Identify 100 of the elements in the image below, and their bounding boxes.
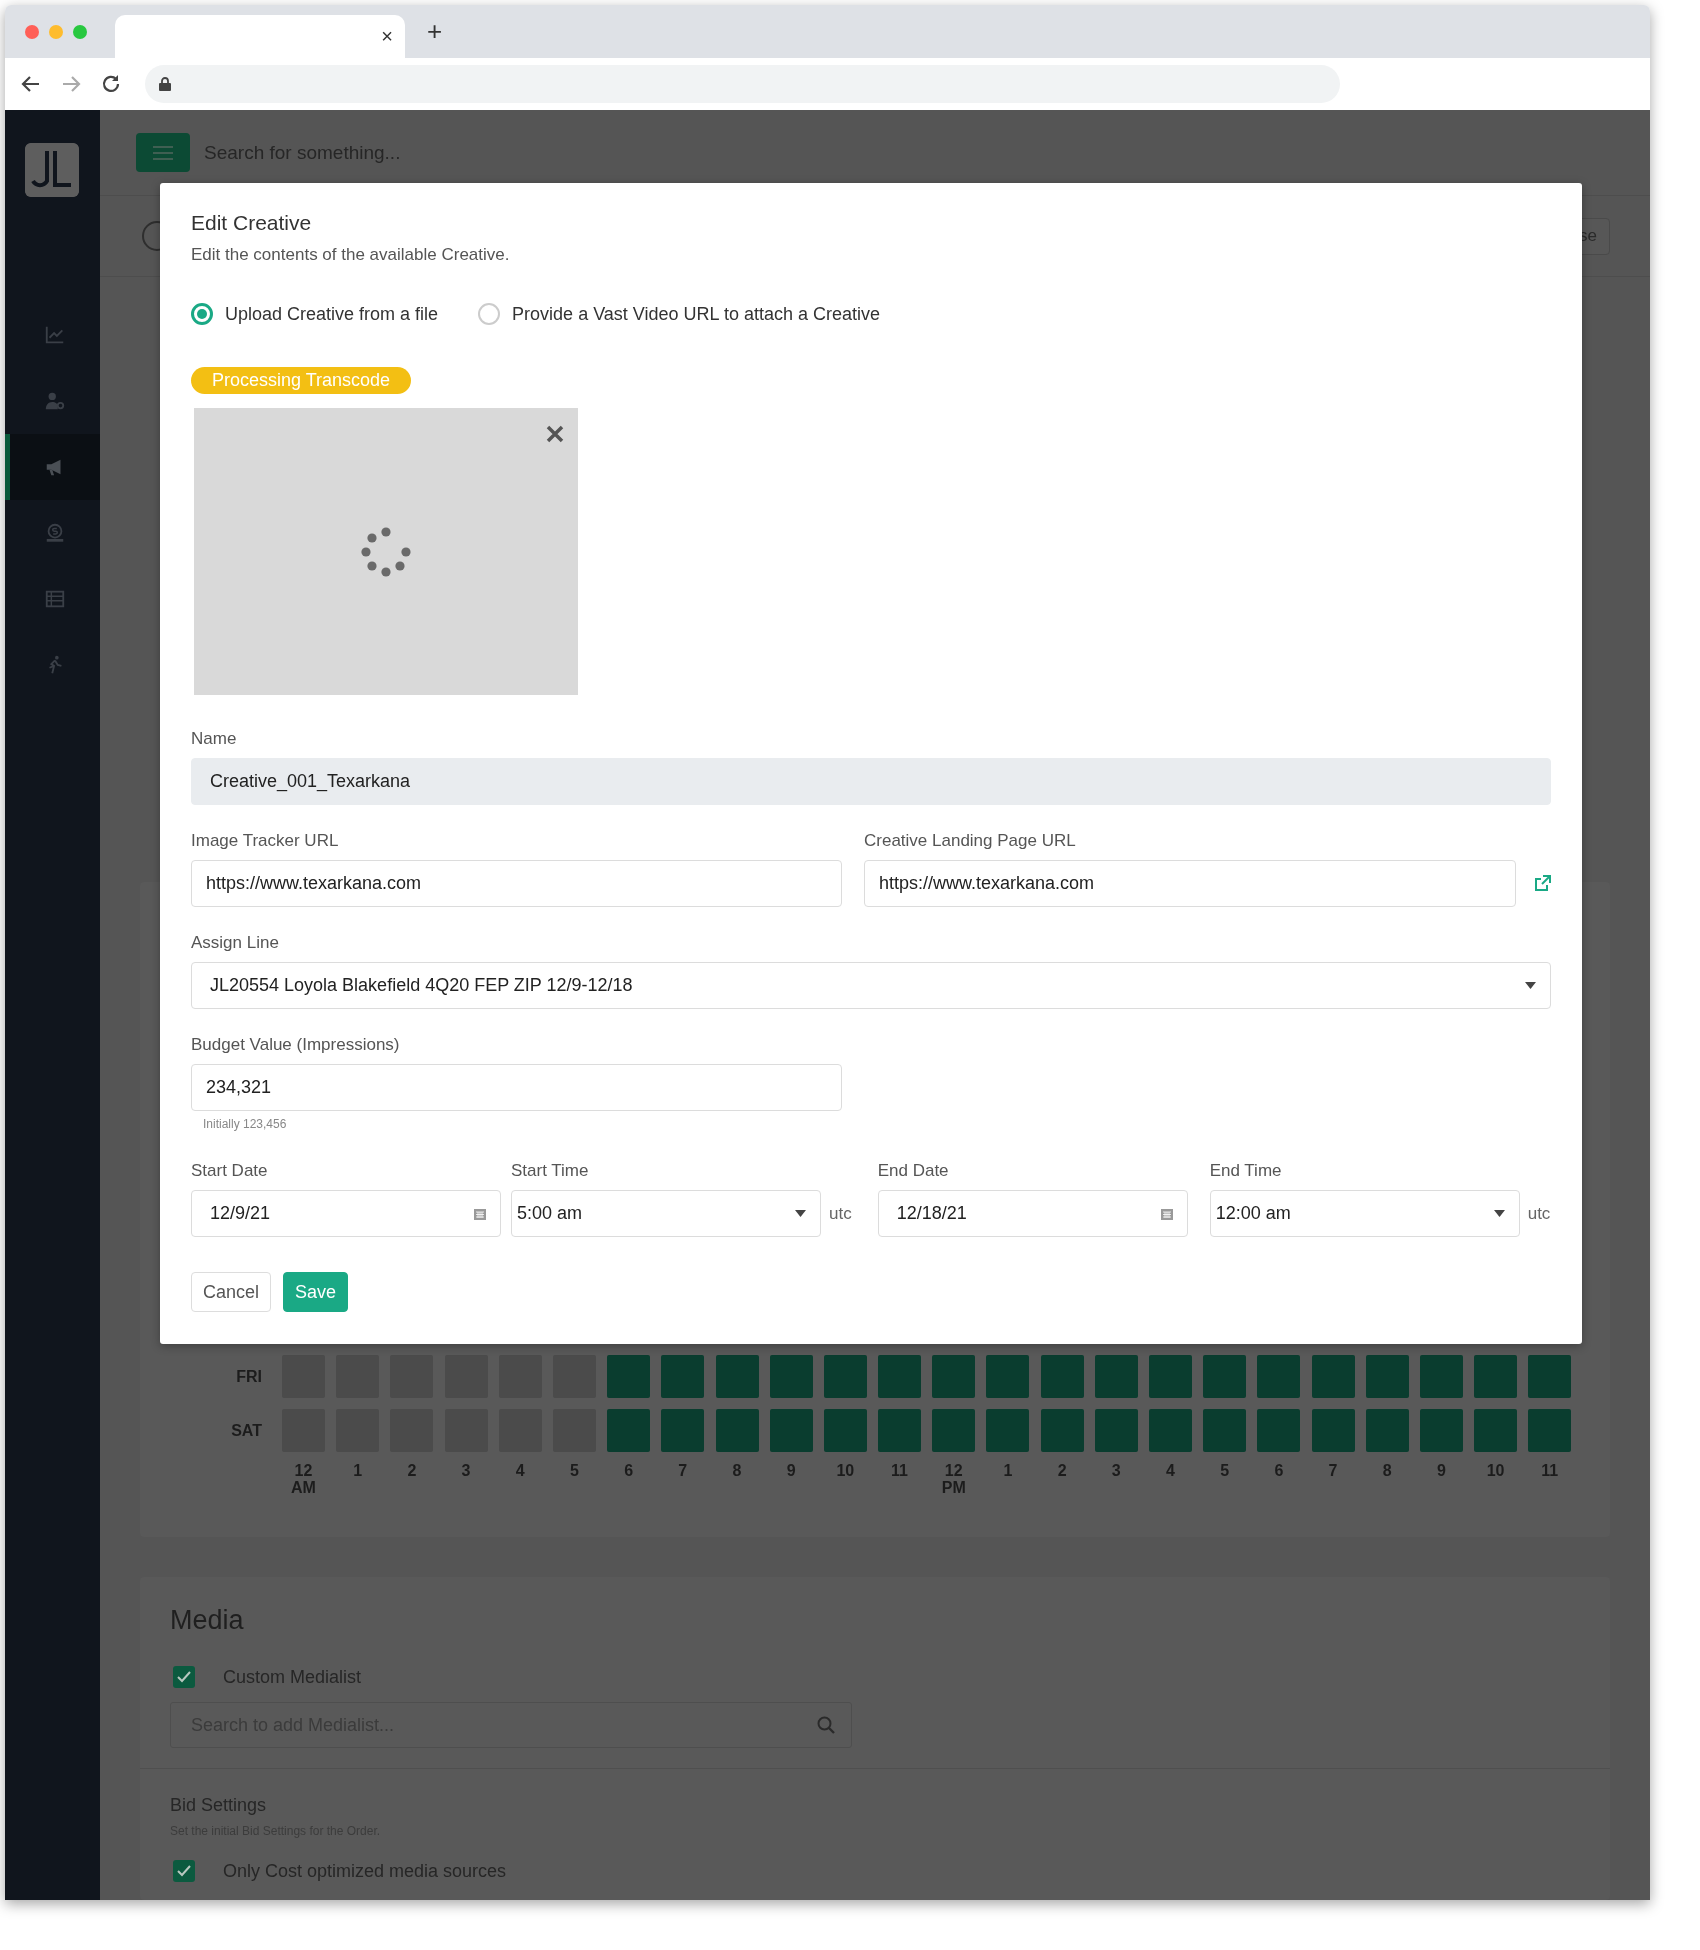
logo-icon[interactable]	[25, 143, 79, 197]
new-tab-button[interactable]: +	[423, 16, 447, 47]
hour-label: 10	[1485, 1463, 1506, 1482]
hour-cell[interactable]	[878, 1409, 922, 1453]
timezone-label: utc	[1527, 1203, 1551, 1224]
hour-cell[interactable]	[823, 1409, 867, 1453]
radio-option[interactable]: Upload Creative from a file	[191, 303, 439, 325]
hour-cell[interactable]	[823, 1355, 867, 1399]
hour-cell[interactable]	[932, 1409, 976, 1453]
hour-cell[interactable]	[1094, 1355, 1138, 1399]
hour-cell[interactable]	[769, 1409, 813, 1453]
hour-label: 12 AM	[290, 1463, 317, 1497]
hour-label: 7	[677, 1463, 689, 1482]
time-select[interactable]: 12:00 am	[1209, 1190, 1520, 1237]
hour-cell[interactable]	[986, 1355, 1030, 1399]
lock-icon	[159, 77, 171, 91]
url-field[interactable]: https://www.texarkana.com	[191, 860, 842, 907]
hour-cell[interactable]	[986, 1409, 1030, 1453]
hour-cell[interactable]	[1040, 1355, 1084, 1399]
list-icon	[44, 588, 66, 610]
checkbox[interactable]	[173, 1666, 195, 1688]
maximize-window-icon[interactable]	[73, 24, 87, 39]
check-icon	[177, 1865, 191, 1877]
hour-label: 9	[1436, 1463, 1447, 1482]
hour-cell[interactable]	[1474, 1355, 1518, 1399]
checkbox[interactable]	[173, 1860, 195, 1882]
field-label: Creative Landing Page URL	[864, 831, 1077, 851]
hour-cell[interactable]	[1311, 1355, 1355, 1399]
hour-cell[interactable]	[1203, 1355, 1247, 1399]
chart-icon	[44, 324, 66, 346]
field-label: Name	[191, 729, 238, 749]
hour-cell[interactable]	[1040, 1409, 1084, 1453]
field-label: Start Date	[191, 1161, 269, 1181]
hour-label: 4	[1165, 1463, 1176, 1482]
hour-cell[interactable]	[1311, 1409, 1355, 1453]
section-title: Media	[170, 1605, 245, 1636]
hour-label: 10	[835, 1463, 856, 1482]
tab-close-button[interactable]: ×	[381, 25, 393, 48]
external-link-icon[interactable]	[1534, 875, 1551, 892]
hour-cell[interactable]	[607, 1409, 651, 1453]
hour-label: 11	[890, 1463, 909, 1482]
hour-cell[interactable]	[1419, 1355, 1463, 1399]
date-field[interactable]: 12/9/21	[191, 1190, 501, 1237]
url-field[interactable]: https://www.texarkana.com	[864, 860, 1516, 907]
hour-cell[interactable]	[661, 1355, 705, 1399]
hour-label: 5	[569, 1463, 580, 1482]
minimize-window-icon[interactable]	[49, 24, 63, 39]
field-label: End Date	[877, 1161, 950, 1181]
check-icon	[177, 1671, 191, 1683]
hour-label: 1	[352, 1463, 364, 1482]
search-icon	[817, 1716, 835, 1734]
hour-label: 4	[514, 1463, 526, 1482]
close-window-icon[interactable]	[25, 24, 39, 39]
time-select[interactable]: 5:00 am	[511, 1190, 821, 1237]
loading-spinner-icon	[360, 525, 412, 578]
hour-label: 12 PM	[940, 1463, 967, 1497]
hour-cell[interactable]	[1419, 1409, 1463, 1453]
hour-label: 11	[1540, 1463, 1560, 1482]
hour-cell[interactable]	[1094, 1409, 1138, 1453]
hour-cell[interactable]	[715, 1409, 759, 1453]
day-label: FRI	[235, 1367, 262, 1386]
hour-label: 2	[406, 1463, 418, 1482]
hour-cell[interactable]	[715, 1355, 759, 1399]
dialog-title: Edit Creative	[191, 211, 313, 235]
field-label: Start Time	[511, 1161, 590, 1181]
close-icon[interactable]	[546, 425, 564, 443]
sidebar-item[interactable]	[5, 434, 100, 500]
caret-icon	[1493, 1210, 1505, 1217]
hour-label: 7	[1327, 1463, 1339, 1482]
hour-label: 5	[1219, 1463, 1231, 1482]
day-label: SAT	[230, 1421, 262, 1440]
hour-cell[interactable]	[1257, 1355, 1301, 1399]
calendar-icon	[1160, 1207, 1173, 1220]
hour-cell[interactable]	[1149, 1409, 1192, 1453]
hour-cell[interactable]	[1149, 1355, 1192, 1399]
line-select[interactable]: JL20554 Loyola Blakefield 4Q20 FEP ZIP 12/9-12/18	[191, 962, 1551, 1009]
address-bar[interactable]	[145, 65, 1340, 103]
menu-button[interactable]	[136, 133, 190, 172]
field-label: End Time	[1209, 1161, 1283, 1181]
hour-cell[interactable]	[878, 1355, 922, 1399]
budget-field[interactable]: 234,321	[191, 1064, 842, 1111]
field-label: Image Tracker URL	[191, 831, 340, 851]
hour-cell[interactable]	[1528, 1409, 1572, 1453]
hour-cell[interactable]	[1528, 1355, 1572, 1399]
date-field[interactable]: 12/18/21	[877, 1190, 1188, 1237]
hour-cell[interactable]	[932, 1355, 976, 1399]
timezone-label: utc	[829, 1203, 852, 1224]
hour-cell[interactable]	[607, 1355, 651, 1399]
hour-cell[interactable]	[769, 1355, 813, 1399]
hour-cell[interactable]	[1365, 1409, 1409, 1453]
hour-cell[interactable]	[661, 1409, 705, 1453]
hour-cell[interactable]	[1474, 1409, 1518, 1453]
hour-label: 9	[785, 1463, 797, 1482]
hour-cell[interactable]	[1365, 1355, 1409, 1399]
browser-tab[interactable]: ×	[115, 15, 405, 58]
hour-cell[interactable]	[1203, 1409, 1247, 1453]
radio-option[interactable]: Provide a Vast Video URL to attach a Creative	[478, 303, 880, 325]
field-label: Assign Line	[191, 933, 280, 953]
hour-cell[interactable]	[1257, 1409, 1301, 1453]
cancel-button[interactable]: Cancel	[191, 1272, 272, 1312]
